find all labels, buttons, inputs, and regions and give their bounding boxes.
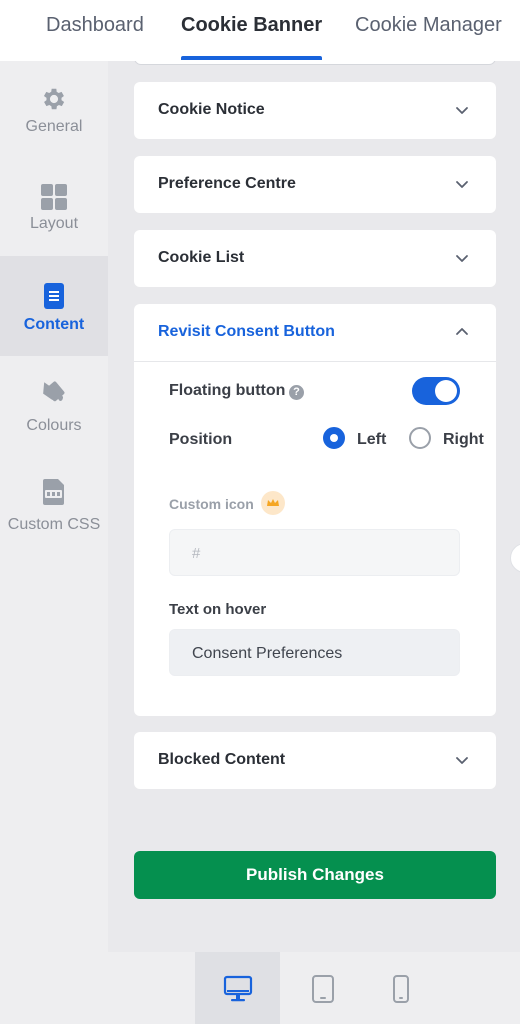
section-header[interactable]: Preference Centre: [134, 156, 496, 213]
position-left-radio[interactable]: [323, 427, 345, 449]
text-on-hover-label: Text on hover: [169, 601, 267, 618]
custom-icon-input[interactable]: #: [169, 529, 460, 576]
section-header[interactable]: Cookie List: [134, 230, 496, 287]
custom-icon-placeholder: #: [192, 545, 201, 562]
section-cookie-notice[interactable]: Cookie Notice: [134, 82, 496, 139]
paint-bucket-icon: [43, 381, 65, 402]
grid-icon: [41, 184, 67, 210]
desktop-icon: [223, 975, 253, 1002]
position-right-radio[interactable]: [409, 427, 431, 449]
section-header[interactable]: Cookie Notice: [134, 82, 496, 139]
device-mobile-button[interactable]: [358, 952, 443, 1024]
sidebar-item-content[interactable]: Content: [0, 256, 108, 356]
toggle-knob: [435, 380, 457, 402]
section-divider: [134, 361, 496, 362]
section-title: Blocked Content: [158, 751, 286, 768]
tab-cookie-banner[interactable]: Cookie Banner: [181, 14, 322, 37]
position-right-label[interactable]: Right: [443, 431, 484, 449]
text-on-hover-value: Consent Preferences: [192, 645, 343, 662]
tab-dashboard[interactable]: Dashboard: [46, 14, 144, 37]
sidebar-item-label: Layout: [29, 215, 79, 232]
sidebar-item-label: Colours: [26, 417, 82, 434]
chevron-up-icon[interactable]: [454, 324, 470, 340]
document-icon: [44, 283, 64, 309]
sidebar-item-label: Custom CSS: [7, 516, 101, 533]
chevron-down-icon[interactable]: [454, 176, 470, 192]
custom-icon-label: Custom icon: [169, 496, 254, 512]
section-header[interactable]: Revisit Consent Button: [134, 304, 496, 361]
chevron-down-icon[interactable]: [454, 250, 470, 266]
section-title: Revisit Consent Button: [158, 323, 335, 340]
section-title: Cookie Notice: [158, 101, 265, 118]
tablet-icon: [312, 975, 334, 1003]
text-on-hover-input[interactable]: Consent Preferences: [169, 629, 460, 676]
device-tablet-button[interactable]: [280, 952, 365, 1024]
tab-cookie-manager[interactable]: Cookie Manager: [355, 14, 502, 37]
section-cookie-list[interactable]: Cookie List: [134, 230, 496, 287]
active-tab-indicator: [181, 56, 322, 60]
section-blocked-content[interactable]: Blocked Content: [134, 732, 496, 789]
section-title: Preference Centre: [158, 175, 296, 192]
content-panel: Cookie Notice Preference Centre Cookie L…: [108, 61, 520, 952]
publish-changes-button[interactable]: Publish Changes: [134, 851, 496, 899]
section-revisit-consent-button: Revisit Consent Button Floating button ?…: [134, 304, 496, 716]
device-preview-bar: [0, 952, 520, 1024]
top-tab-bar: Dashboard Cookie Banner Cookie Manager: [0, 0, 520, 61]
previous-panel-edge: [134, 61, 496, 65]
premium-badge: [261, 491, 285, 515]
sidebar-item-label: General: [25, 118, 83, 135]
chevron-down-icon[interactable]: [454, 752, 470, 768]
crown-icon: [267, 499, 279, 506]
sidebar-item-colours[interactable]: Colours: [0, 356, 108, 456]
sidebar-item-general[interactable]: General: [0, 61, 108, 161]
position-label: Position: [169, 431, 233, 448]
gear-icon: [43, 88, 65, 110]
section-header[interactable]: Blocked Content: [134, 732, 496, 789]
sidebar-item-custom-css[interactable]: Custom CSS: [0, 456, 108, 556]
sidebar-item-label: Content: [23, 316, 85, 333]
position-left-label[interactable]: Left: [357, 431, 386, 449]
section-title: Cookie List: [158, 249, 245, 266]
floating-button-toggle[interactable]: [412, 377, 460, 405]
chevron-down-icon[interactable]: [454, 102, 470, 118]
sidebar-item-layout[interactable]: Layout: [0, 161, 108, 261]
sidebar: General Layout Content Colours Custom CS…: [0, 61, 108, 952]
css-file-icon: [43, 479, 64, 505]
help-icon[interactable]: ?: [289, 385, 304, 400]
device-desktop-button[interactable]: [195, 952, 280, 1024]
floating-button-label: Floating button: [169, 382, 286, 399]
section-preference-centre[interactable]: Preference Centre: [134, 156, 496, 213]
mobile-icon: [393, 975, 409, 1003]
